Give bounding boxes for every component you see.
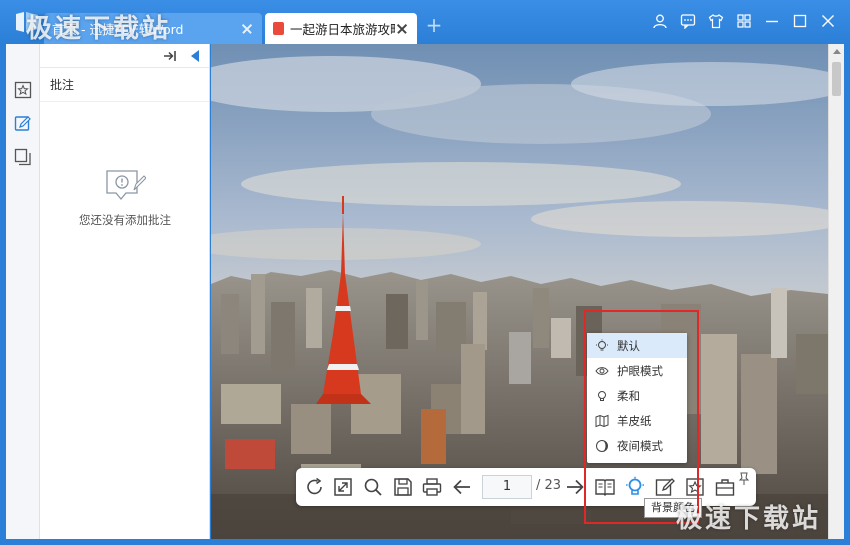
chat-icon[interactable] <box>680 13 696 29</box>
background-mode-menu: 默认 护眼模式 柔和 羊皮纸 夜间模式 <box>587 333 687 463</box>
user-icon[interactable] <box>652 13 668 29</box>
close-icon[interactable] <box>820 13 836 29</box>
page-number-input[interactable]: 1 <box>482 475 532 499</box>
panel-header <box>40 44 209 68</box>
rotate-icon[interactable] <box>304 476 326 498</box>
toolbox-icon[interactable] <box>714 476 736 498</box>
watermark-top: 极速下载站 <box>26 14 172 44</box>
moon-icon <box>596 439 608 452</box>
pin-panel-icon[interactable] <box>162 48 178 64</box>
background-color-icon[interactable] <box>624 476 646 498</box>
mode-night-label: 夜间模式 <box>617 438 663 453</box>
annotation-panel: 批注 您还没有添加批注 <box>40 44 210 539</box>
collapse-panel-icon[interactable] <box>189 49 201 63</box>
minimize-icon[interactable] <box>764 13 780 29</box>
watermark-bottom: 极速下载站 <box>676 504 822 534</box>
print-icon[interactable] <box>421 476 443 498</box>
bulb-soft-icon <box>598 390 606 401</box>
page-total: / 23 <box>536 478 562 493</box>
pin-toolbar-icon[interactable] <box>738 472 750 486</box>
tab-home-close-icon[interactable] <box>240 22 254 36</box>
left-icon-bar <box>6 44 40 539</box>
panel-title: 批注 <box>40 68 209 102</box>
fit-page-icon[interactable] <box>332 476 354 498</box>
shirt-icon[interactable] <box>708 13 724 29</box>
mode-default-label: 默认 <box>617 338 640 353</box>
search-icon[interactable] <box>362 476 384 498</box>
mode-eye-care[interactable]: 护眼模式 <box>587 358 687 383</box>
bookmark-add-icon[interactable] <box>684 476 706 498</box>
mode-night[interactable]: 夜间模式 <box>587 433 687 458</box>
tab-document[interactable]: 一起游日本旅游攻略... <box>265 13 417 44</box>
document-viewer[interactable] <box>211 44 828 539</box>
scroll-thumb[interactable] <box>832 62 841 96</box>
maximize-icon[interactable] <box>792 13 808 29</box>
vertical-scrollbar[interactable] <box>828 44 844 539</box>
mode-default[interactable]: 默认 <box>587 333 687 358</box>
save-icon[interactable] <box>392 476 414 498</box>
tokyo-city-photo <box>211 44 828 539</box>
thumbnail-pages-icon[interactable] <box>13 147 33 167</box>
mode-soft[interactable]: 柔和 <box>587 383 687 408</box>
tab-document-close-icon[interactable] <box>395 22 409 36</box>
mode-parchment[interactable]: 羊皮纸 <box>587 408 687 433</box>
new-tab-button[interactable]: + <box>424 14 444 38</box>
empty-annotation-text: 您还没有添加批注 <box>79 213 171 227</box>
eye-icon <box>595 366 609 375</box>
bulb-icon <box>596 339 608 350</box>
grid-icon[interactable] <box>736 13 752 29</box>
mode-parchment-label: 羊皮纸 <box>617 413 652 428</box>
scroll-up-icon[interactable] <box>833 49 841 54</box>
tab-document-label: 一起游日本旅游攻略... <box>290 22 395 37</box>
pdf-file-icon <box>273 22 284 35</box>
reading-mode-icon[interactable] <box>594 476 616 498</box>
annotation-icon[interactable] <box>13 114 33 134</box>
mode-soft-label: 柔和 <box>617 388 640 403</box>
bookmark-star-icon[interactable] <box>13 80 33 100</box>
previous-page-icon[interactable] <box>451 476 473 498</box>
map-icon <box>595 414 609 427</box>
edit-icon[interactable] <box>654 476 676 498</box>
mode-eye-care-label: 护眼模式 <box>617 363 663 378</box>
empty-annotation-icon <box>106 170 146 201</box>
next-page-icon[interactable] <box>564 476 586 498</box>
